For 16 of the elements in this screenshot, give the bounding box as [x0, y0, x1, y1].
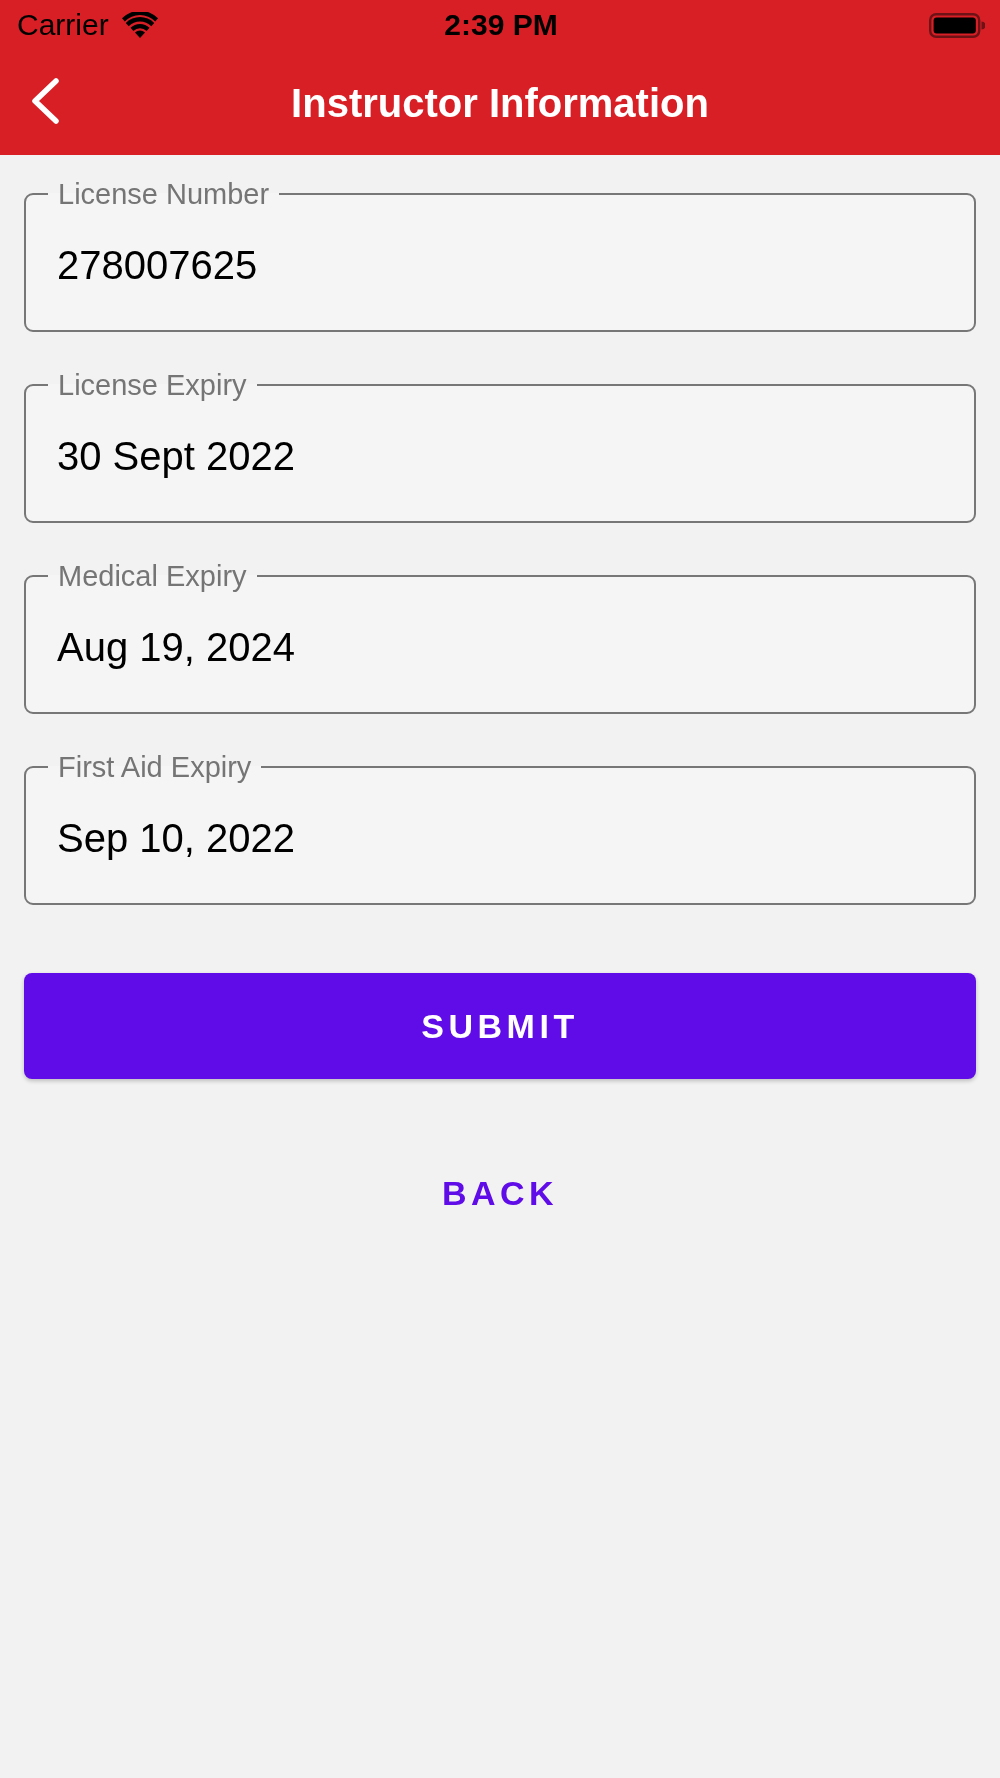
battery-icon — [929, 12, 985, 38]
field-value: 30 Sept 2022 — [57, 433, 295, 480]
field-label: License Number — [58, 178, 270, 210]
field-label: License Expiry — [58, 369, 247, 401]
wifi-icon — [121, 12, 158, 38]
page-title: Instructor Information — [291, 79, 709, 127]
status-time: 2:39 PM — [444, 8, 558, 42]
field-value: Aug 19, 2024 — [57, 624, 295, 671]
field-label: Medical Expiry — [58, 560, 247, 592]
carrier-label: Carrier — [17, 8, 109, 42]
field-value: 278007625 — [57, 242, 258, 289]
field-label: First Aid Expiry — [58, 751, 252, 783]
back-button[interactable]: BACK — [421, 1158, 579, 1228]
field-value: Sep 10, 2022 — [57, 815, 295, 862]
chevron-left-icon[interactable] — [30, 78, 60, 124]
submit-button[interactable]: SUBMIT — [24, 973, 976, 1079]
